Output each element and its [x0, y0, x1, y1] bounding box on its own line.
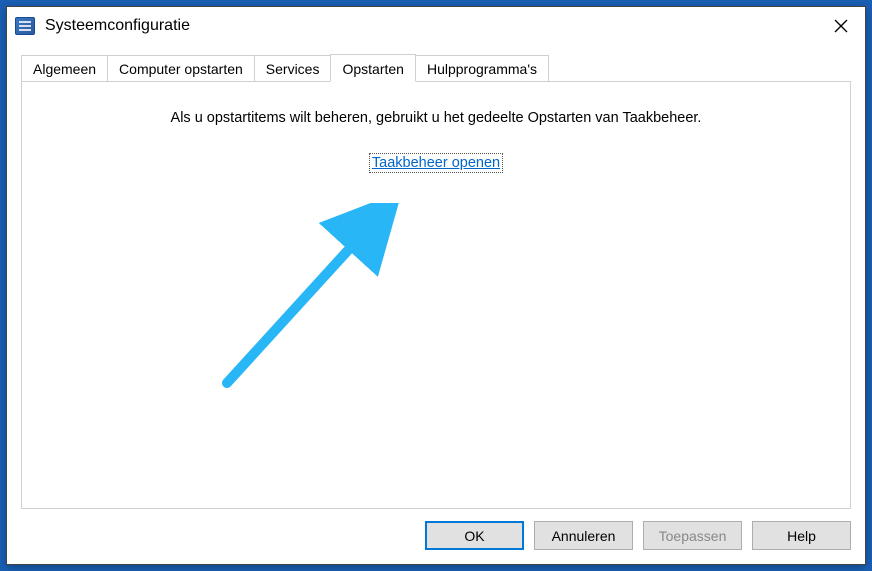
- ok-button[interactable]: OK: [425, 521, 524, 550]
- link-wrap: Taakbeheer openen: [370, 154, 502, 172]
- close-button[interactable]: [817, 7, 865, 45]
- startup-message: Als u opstartitems wilt beheren, gebruik…: [22, 110, 850, 126]
- app-icon: [15, 17, 35, 35]
- titlebar: Systeemconfiguratie: [7, 7, 865, 45]
- tab-services[interactable]: Services: [254, 55, 332, 81]
- apply-button: Toepassen: [643, 521, 742, 550]
- close-icon: [834, 19, 848, 33]
- tab-general[interactable]: Algemeen: [21, 55, 108, 81]
- cancel-button[interactable]: Annuleren: [534, 521, 633, 550]
- tab-startup[interactable]: Opstarten: [330, 54, 415, 82]
- help-button[interactable]: Help: [752, 521, 851, 550]
- window-title: Systeemconfiguratie: [45, 17, 817, 35]
- startup-panel: Als u opstartitems wilt beheren, gebruik…: [21, 81, 851, 509]
- dialog-buttons: OK Annuleren Toepassen Help: [21, 509, 851, 550]
- tabs-row: Algemeen Computer opstarten Services Ops…: [21, 53, 851, 81]
- open-task-manager-link[interactable]: Taakbeheer openen: [370, 154, 502, 172]
- msconfig-window: Systeemconfiguratie Algemeen Computer op…: [6, 6, 866, 565]
- tab-boot[interactable]: Computer opstarten: [107, 55, 255, 81]
- content-area: Algemeen Computer opstarten Services Ops…: [7, 45, 865, 564]
- tab-tools[interactable]: Hulpprogramma's: [415, 55, 549, 81]
